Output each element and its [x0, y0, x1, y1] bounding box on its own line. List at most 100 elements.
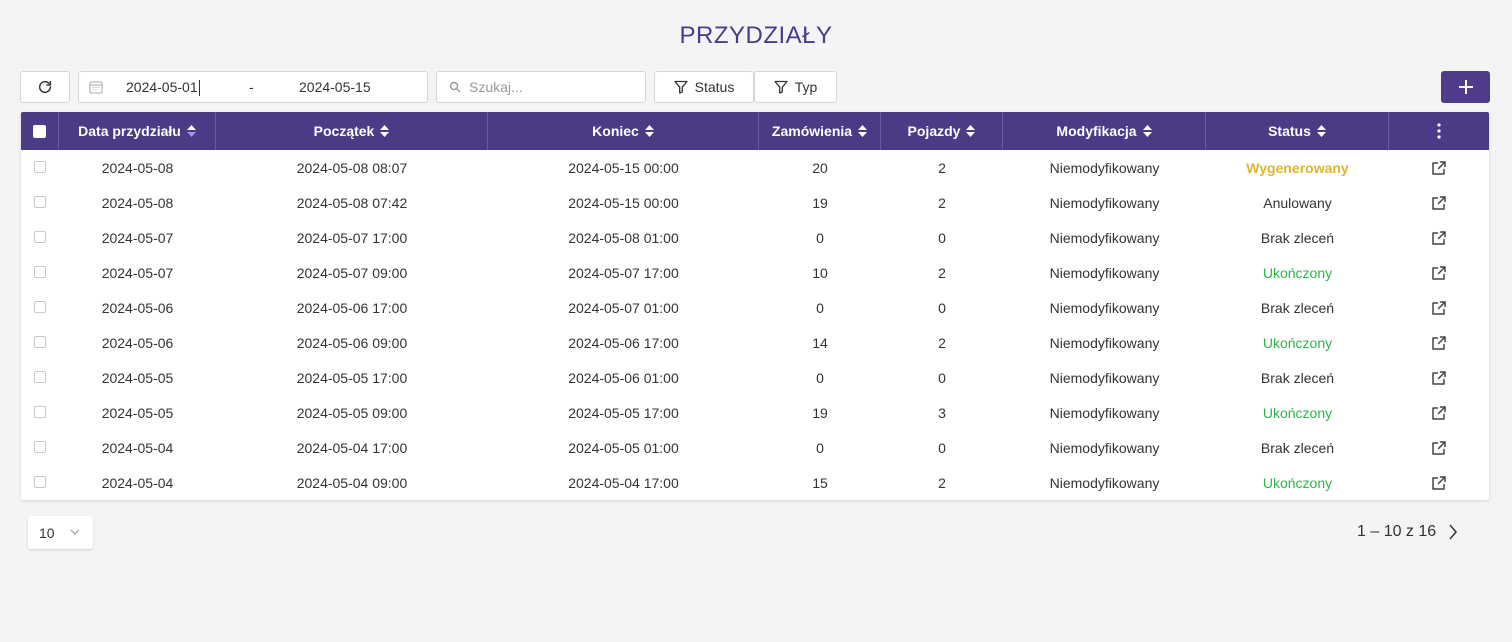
table-row[interactable]: 2024-05-05 2024-05-05 09:00 2024-05-05 17:…: [21, 395, 1489, 430]
select-all-checkbox[interactable]: [33, 124, 46, 138]
cell-modification: Niemodyfikowany: [1049, 159, 1160, 176]
open-external-icon[interactable]: [1431, 440, 1447, 456]
header-modification[interactable]: Modyfikacja: [1003, 112, 1206, 150]
row-checkbox[interactable]: [34, 160, 46, 173]
row-select-cell: [21, 219, 59, 254]
sort-active-icon: [186, 125, 196, 137]
cell-date: 2024-05-07: [101, 229, 174, 246]
assignments-table: Data przydziału Początek Koniec Zamówien…: [21, 112, 1489, 500]
cell-modification: Niemodyfikowany: [1049, 439, 1160, 456]
search-box[interactable]: [436, 71, 646, 103]
table-row[interactable]: 2024-05-04 2024-05-04 17:00 2024-05-05 01:…: [21, 430, 1489, 465]
pagination-range: 1 – 10 z 16: [1357, 523, 1437, 540]
row-select-cell: [21, 184, 59, 219]
cell-date: 2024-05-08: [101, 194, 174, 211]
date-end-input[interactable]: 2024-05-15: [299, 79, 371, 95]
header-orders[interactable]: Zamówienia: [759, 112, 881, 150]
open-external-icon[interactable]: [1431, 405, 1447, 421]
open-external-icon[interactable]: [1431, 300, 1447, 316]
table-row[interactable]: 2024-05-05 2024-05-05 17:00 2024-05-06 01:…: [21, 360, 1489, 395]
cell-orders: 0: [816, 299, 824, 316]
cell-date: 2024-05-04: [101, 439, 174, 456]
row-checkbox[interactable]: [34, 405, 46, 418]
header-date[interactable]: Data przydziału: [59, 112, 216, 150]
refresh-button[interactable]: [20, 71, 70, 103]
search-icon: [449, 81, 461, 93]
column-menu-button[interactable]: [1389, 112, 1489, 150]
row-checkbox[interactable]: [34, 300, 46, 313]
chevron-right-icon[interactable]: [1448, 524, 1458, 540]
row-select-cell: [21, 149, 59, 184]
cell-orders: 15: [812, 474, 828, 491]
table-row[interactable]: 2024-05-04 2024-05-04 09:00 2024-05-04 17:…: [21, 465, 1489, 500]
add-button[interactable]: [1441, 71, 1490, 103]
row-checkbox[interactable]: [34, 370, 46, 383]
cell-modification: Niemodyfikowany: [1049, 229, 1160, 246]
open-external-icon[interactable]: [1431, 265, 1447, 281]
header-modification-label: Modyfikacja: [1056, 123, 1137, 139]
table-row[interactable]: 2024-05-08 2024-05-08 07:42 2024-05-15 00:…: [21, 185, 1489, 220]
cell-status: Ukończony: [1262, 404, 1333, 421]
cell-vehicles: 2: [938, 334, 946, 351]
header-end[interactable]: Koniec: [488, 112, 759, 150]
cell-end: 2024-05-07 17:00: [568, 264, 679, 281]
cell-start: 2024-05-07 17:00: [296, 229, 408, 246]
row-checkbox[interactable]: [34, 475, 46, 488]
page-size-select[interactable]: 10: [28, 516, 93, 549]
cell-date: 2024-05-08: [101, 159, 174, 176]
date-start-input[interactable]: 2024-05-01: [126, 79, 200, 97]
open-details-cell: [1389, 150, 1489, 185]
header-start[interactable]: Początek: [216, 112, 488, 150]
cell-modification: Niemodyfikowany: [1049, 474, 1160, 491]
cell-end: 2024-05-06 17:00: [568, 334, 679, 351]
open-external-icon[interactable]: [1431, 335, 1447, 351]
row-checkbox[interactable]: [34, 440, 46, 453]
cell-modification: Niemodyfikowany: [1049, 194, 1160, 211]
open-details-cell: [1389, 220, 1489, 255]
sort-icon: [1142, 125, 1152, 137]
table-row[interactable]: 2024-05-06 2024-05-06 09:00 2024-05-06 17:…: [21, 325, 1489, 360]
more-vertical-icon: [1437, 123, 1441, 139]
cell-vehicles: 2: [938, 474, 946, 491]
header-start-label: Początek: [313, 123, 375, 139]
row-checkbox[interactable]: [34, 265, 46, 278]
cell-status: Wygenerowany: [1246, 159, 1349, 176]
cell-vehicles: 0: [938, 299, 946, 316]
row-select-cell: [21, 289, 59, 324]
date-range-picker[interactable]: 2024-05-01 - 2024-05-15: [78, 71, 428, 103]
cell-start: 2024-05-04 17:00: [296, 439, 408, 456]
table-row[interactable]: 2024-05-06 2024-05-06 17:00 2024-05-07 01:…: [21, 290, 1489, 325]
filter-icon: [673, 80, 688, 94]
row-checkbox[interactable]: [34, 230, 46, 243]
table-header: Data przydziału Początek Koniec Zamówien…: [21, 112, 1489, 150]
cell-vehicles: 0: [938, 369, 946, 386]
header-status[interactable]: Status: [1206, 112, 1389, 150]
header-status-label: Status: [1268, 123, 1311, 139]
header-vehicles[interactable]: Pojazdy: [881, 112, 1003, 150]
table-row[interactable]: 2024-05-07 2024-05-07 17:00 2024-05-08 01:…: [21, 220, 1489, 255]
open-external-icon[interactable]: [1431, 230, 1447, 246]
row-select-cell: [21, 359, 59, 394]
table-row[interactable]: 2024-05-07 2024-05-07 09:00 2024-05-07 17:…: [21, 255, 1489, 290]
date-separator: -: [249, 79, 254, 95]
filter-status-button[interactable]: Status: [654, 71, 754, 103]
cell-status: Brak zleceń: [1260, 439, 1335, 456]
cell-vehicles: 0: [938, 229, 946, 246]
cell-status: Brak zleceń: [1260, 229, 1335, 246]
open-external-icon[interactable]: [1431, 370, 1447, 386]
chevron-down-icon: [70, 529, 80, 535]
open-external-icon[interactable]: [1431, 160, 1447, 176]
search-input[interactable]: [469, 79, 639, 95]
calendar-icon: [89, 81, 103, 94]
cell-orders: 20: [812, 159, 828, 176]
row-select-cell: [21, 394, 59, 429]
cell-end: 2024-05-15 00:00: [568, 194, 679, 211]
filter-type-button[interactable]: Typ: [754, 71, 837, 103]
cell-date: 2024-05-06: [101, 334, 174, 351]
table-row[interactable]: 2024-05-08 2024-05-08 08:07 2024-05-15 00:…: [21, 150, 1489, 185]
row-checkbox[interactable]: [34, 195, 46, 208]
open-external-icon[interactable]: [1431, 195, 1447, 211]
row-checkbox[interactable]: [34, 335, 46, 348]
open-external-icon[interactable]: [1431, 475, 1447, 491]
row-select-cell: [21, 429, 59, 464]
